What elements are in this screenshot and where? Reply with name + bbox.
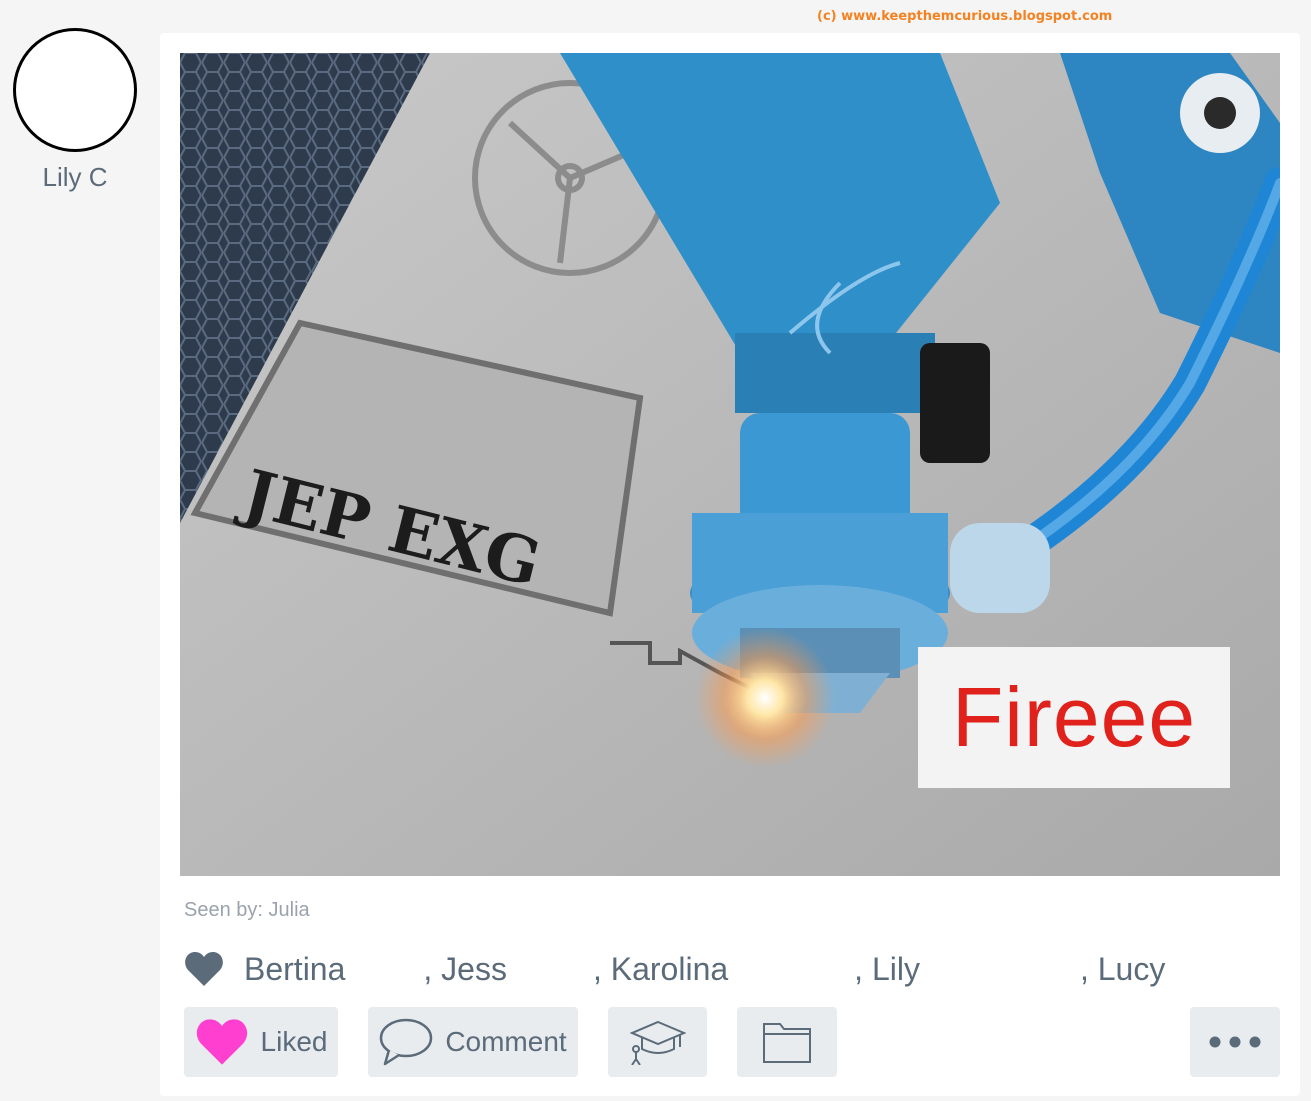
liked-label: Liked (260, 1026, 328, 1057)
more-options-button[interactable] (1190, 1007, 1280, 1077)
liker-name[interactable]: Jess (441, 951, 507, 988)
graduation-cap-icon (629, 1020, 686, 1065)
photo-caption-box: Fireee (918, 647, 1230, 788)
post-actions: Liked Comment (184, 1007, 1280, 1077)
post-card: JEP EXG Fireee Seen by: Julia Bertina , … (160, 33, 1300, 1096)
liker-name[interactable]: Karolina (611, 951, 728, 988)
post-photo[interactable]: JEP EXG Fireee (180, 53, 1280, 876)
liked-button[interactable]: Liked (184, 1007, 338, 1077)
photo-caption: Fireee (951, 670, 1197, 764)
liker-name[interactable]: Lucy (1098, 951, 1166, 988)
heart-icon (185, 952, 223, 986)
avatar[interactable] (13, 28, 137, 152)
comment-icon (380, 1018, 433, 1066)
comment-button[interactable]: Comment (368, 1007, 578, 1077)
heart-icon (196, 1019, 247, 1065)
likes-list: Bertina , Jess , Karolina , Lily , Lucy (184, 947, 1165, 991)
author-name[interactable]: Lily C (10, 162, 140, 193)
learning-button[interactable] (608, 1007, 707, 1077)
folder-button[interactable] (737, 1007, 837, 1077)
liker-name[interactable]: Bertina (244, 951, 345, 988)
liker-name[interactable]: Lily (872, 951, 920, 988)
seen-by[interactable]: Seen by: Julia (184, 899, 310, 922)
more-options-icon (1209, 1036, 1261, 1048)
post-author[interactable]: Lily C (10, 28, 140, 193)
comment-label: Comment (445, 1026, 567, 1057)
folder-icon (763, 1023, 811, 1063)
watermark: (c) www.keepthemcurious.blogspot.com (817, 9, 1113, 24)
